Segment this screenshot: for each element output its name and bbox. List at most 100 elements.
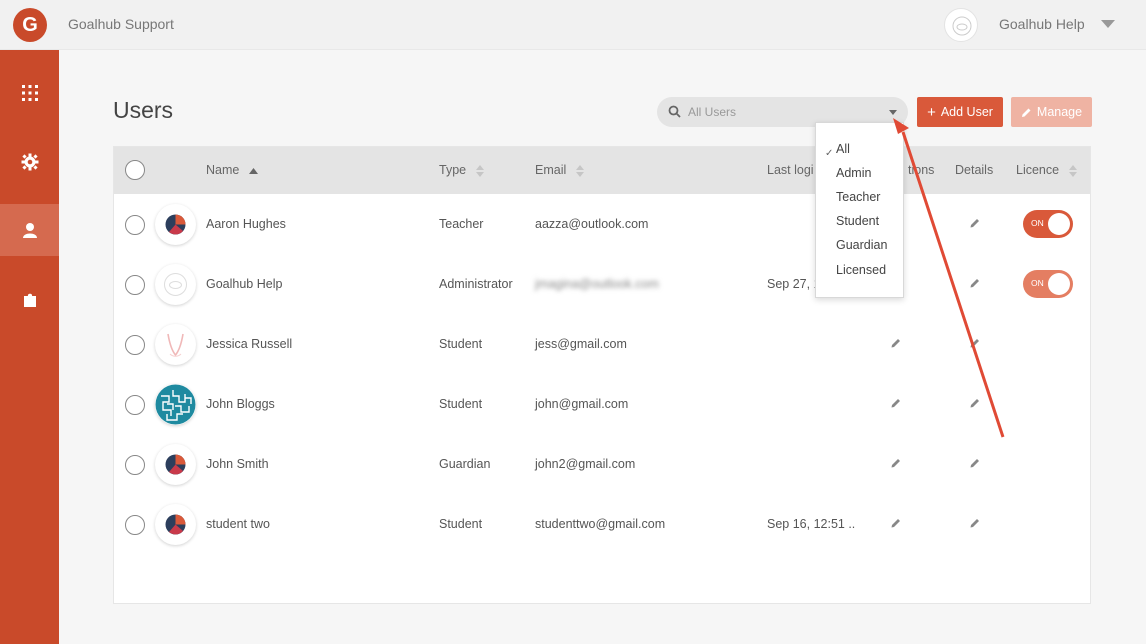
toggle-knob — [1048, 273, 1070, 295]
user-email: jess@gmail.com — [535, 337, 627, 351]
manage-button[interactable]: Manage — [1011, 97, 1092, 127]
pencil-icon — [1021, 108, 1031, 117]
user-type: Teacher — [439, 217, 484, 231]
column-header-email[interactable]: Email — [535, 163, 584, 177]
user-type: Guardian — [439, 457, 491, 471]
user-name[interactable]: Jessica Russell — [206, 337, 292, 351]
edit-details-icon[interactable] — [970, 398, 980, 408]
table-row[interactable]: student two Student studenttwo@gmail.com… — [114, 494, 1090, 554]
column-header-type[interactable]: Type — [439, 163, 484, 177]
edit-details-icon[interactable] — [970, 338, 980, 348]
user-avatar[interactable] — [944, 8, 978, 42]
avatar-logo-icon — [165, 454, 186, 475]
user-name[interactable]: Aaron Hughes — [206, 217, 286, 231]
top-bar: G Goalhub Support Goalhub Help — [0, 0, 1146, 50]
avatar — [155, 264, 196, 305]
avatar-face-icon — [164, 273, 187, 296]
sidebar-item-integrations[interactable] — [0, 273, 59, 325]
app-title: Goalhub Support — [68, 16, 174, 32]
row-select-radio[interactable] — [125, 275, 145, 295]
checkmark-icon: ✓ — [825, 148, 834, 159]
dropdown-option-guardian[interactable]: Guardian — [836, 238, 887, 252]
caret-down-icon[interactable] — [889, 110, 897, 115]
table-row[interactable]: Jessica Russell Student jess@gmail.com — [114, 314, 1090, 374]
add-user-button[interactable]: + Add User — [917, 97, 1003, 127]
sidebar-item-dashboard[interactable] — [0, 67, 59, 119]
user-email: john2@gmail.com — [535, 457, 636, 471]
app-logo[interactable]: G — [13, 8, 47, 42]
user-type: Student — [439, 517, 483, 531]
avatar — [155, 444, 196, 485]
table-row[interactable]: John Smith Guardian john2@gmail.com — [114, 434, 1090, 494]
edit-actions-icon[interactable] — [891, 518, 901, 528]
licence-toggle[interactable]: ON — [1023, 270, 1073, 298]
user-name[interactable]: student two — [206, 517, 270, 531]
sidebar-item-users[interactable] — [0, 204, 59, 256]
page-title: Users — [113, 97, 174, 123]
row-select-radio[interactable] — [125, 515, 145, 535]
sort-icon — [475, 164, 484, 177]
edit-details-icon[interactable] — [970, 278, 980, 288]
sort-asc-icon — [248, 167, 258, 174]
dropdown-option-admin[interactable]: Admin — [836, 166, 871, 180]
search-input[interactable]: All Users — [688, 105, 736, 119]
edit-actions-icon[interactable] — [891, 338, 901, 348]
manage-label: Manage — [1036, 105, 1083, 119]
user-type: Administrator — [439, 277, 513, 291]
row-select-radio[interactable] — [125, 395, 145, 415]
column-header-details: Details — [955, 163, 994, 177]
user-email-redacted: jmagina@outlook.com — [535, 277, 659, 291]
row-select-radio[interactable] — [125, 335, 145, 355]
user-name[interactable]: Goalhub Help — [206, 277, 282, 291]
users-table: Name Type Email Last logi tions Details … — [113, 146, 1091, 604]
avatar — [155, 504, 196, 545]
search-icon — [668, 105, 681, 118]
user-name[interactable]: John Bloggs — [206, 397, 275, 411]
dropdown-option-all[interactable]: All — [836, 142, 850, 156]
table-row[interactable]: Goalhub Help Administrator jmagina@outlo… — [114, 254, 1090, 314]
avatar-image-icon — [167, 333, 184, 357]
column-header-licence[interactable]: Licence — [1016, 163, 1077, 177]
dropdown-option-teacher[interactable]: Teacher — [836, 190, 880, 204]
user-name[interactable]: John Smith — [206, 457, 269, 471]
grid-icon — [21, 85, 38, 101]
sidebar-item-settings[interactable] — [0, 136, 59, 188]
row-select-radio[interactable] — [125, 215, 145, 235]
edit-details-icon[interactable] — [970, 458, 980, 468]
user-email: aazza@outlook.com — [535, 217, 649, 231]
column-header-actions[interactable]: tions — [908, 163, 934, 177]
sort-icon — [575, 164, 584, 177]
select-all-radio[interactable] — [125, 160, 145, 180]
user-last-login: Sep 27, 1 — [767, 277, 821, 291]
user-email: john@gmail.com — [535, 397, 629, 411]
user-last-login: Sep 16, 12:51 .. — [767, 517, 856, 531]
puzzle-icon — [23, 293, 36, 307]
row-select-radio[interactable] — [125, 455, 145, 475]
chevron-down-icon[interactable] — [1101, 20, 1115, 28]
gear-icon — [21, 153, 38, 171]
dropdown-option-student[interactable]: Student — [836, 214, 879, 228]
edit-actions-icon[interactable] — [891, 458, 901, 468]
user-menu-name[interactable]: Goalhub Help — [999, 16, 1085, 32]
avatar-logo-icon — [165, 214, 186, 235]
licence-toggle[interactable]: ON — [1023, 210, 1073, 238]
table-row[interactable]: Aaron Hughes Teacher aazza@outlook.com O… — [114, 194, 1090, 254]
user-type: Student — [439, 397, 483, 411]
avatar-pattern-icon — [155, 384, 196, 425]
column-header-name[interactable]: Name — [206, 163, 258, 177]
dropdown-option-licensed[interactable]: Licensed — [836, 263, 886, 277]
column-header-last-login[interactable]: Last logi — [767, 163, 814, 177]
table-row[interactable]: John Bloggs Student john@gmail.com — [114, 374, 1090, 434]
avatar — [155, 324, 196, 365]
edit-details-icon[interactable] — [970, 518, 980, 528]
user-email: studenttwo@gmail.com — [535, 517, 666, 531]
user-icon — [22, 223, 37, 238]
avatar-logo-icon — [165, 514, 186, 535]
sidebar — [0, 50, 59, 644]
sort-icon — [1068, 164, 1077, 177]
edit-details-icon[interactable] — [970, 218, 980, 228]
add-user-label: Add User — [940, 105, 993, 119]
plus-icon: + — [927, 103, 936, 121]
table-header: Name Type Email Last logi tions Details … — [114, 147, 1090, 194]
edit-actions-icon[interactable] — [891, 398, 901, 408]
